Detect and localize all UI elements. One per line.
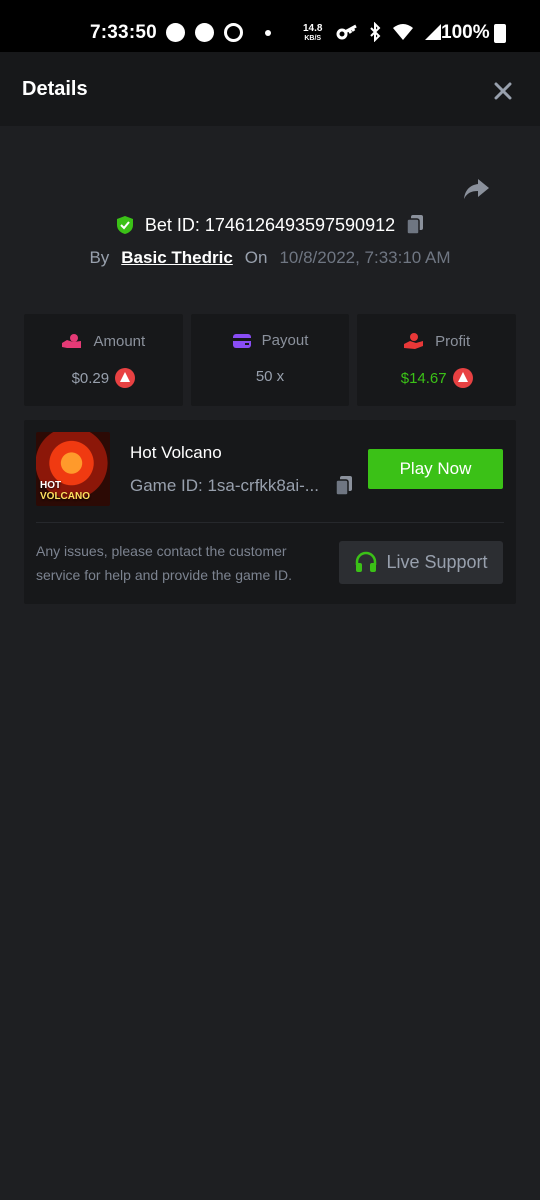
header: Details bbox=[0, 52, 540, 126]
stats-row: Amount $0.29 Payout 50 x Profit $14.67 bbox=[24, 314, 517, 406]
divider bbox=[36, 522, 504, 523]
bet-id: Bet ID: 1746126493597590912 bbox=[144, 214, 396, 235]
app-icon bbox=[224, 23, 243, 42]
thumbnail-title-1: HOT bbox=[40, 480, 62, 491]
profit-label: Profit bbox=[435, 332, 471, 350]
thumbnail-title-2: VOLCANO bbox=[40, 491, 90, 502]
game-id: Game ID: 1sa-crfkk8ai-... bbox=[130, 476, 319, 495]
battery-percent: 100% bbox=[441, 22, 490, 43]
by-label: By bbox=[89, 248, 110, 267]
game-card: HOT VOLCANO Hot Volcano Game ID: 1sa-crf… bbox=[24, 420, 516, 604]
network-speed-value: 14.8 bbox=[303, 23, 323, 34]
avax-coin-icon bbox=[452, 368, 473, 388]
chat-icon bbox=[195, 23, 214, 42]
stat-amount: Amount $0.29 bbox=[24, 314, 183, 406]
network-speed-unit: KB/S bbox=[304, 35, 322, 42]
page-title: Details bbox=[22, 78, 88, 100]
game-thumbnail[interactable]: HOT VOLCANO bbox=[36, 432, 110, 506]
bet-date: 10/8/2022, 7:33:10 AM bbox=[279, 248, 451, 267]
payout-value: 50 x bbox=[255, 368, 285, 385]
messenger-icon bbox=[166, 23, 185, 42]
payout-label: Payout bbox=[261, 332, 309, 349]
battery-icon bbox=[494, 24, 506, 43]
notification-icons bbox=[166, 23, 271, 42]
amount-label: Amount bbox=[93, 332, 146, 350]
bet-id-row: Bet ID: 1746126493597590912 bbox=[0, 214, 540, 240]
copy-icon[interactable] bbox=[333, 475, 355, 497]
thumbnail-text: HOT VOLCANO bbox=[40, 480, 90, 502]
system-icons bbox=[336, 22, 442, 42]
signal-icon bbox=[425, 24, 441, 40]
play-now-button[interactable]: Play Now bbox=[368, 449, 503, 489]
profit-value: $14.67 bbox=[400, 369, 447, 387]
status-bar: 7:33:50 14.8 KB/S 100% bbox=[0, 0, 540, 52]
user-link[interactable]: Basic Thedric bbox=[121, 248, 233, 268]
wallet-icon bbox=[232, 333, 251, 348]
headset-icon bbox=[356, 551, 377, 572]
bet-meta-row: By Basic Thedric On 10/8/2022, 7:33:10 A… bbox=[0, 248, 540, 268]
on-label: On bbox=[244, 248, 268, 267]
status-time: 7:33:50 bbox=[90, 22, 157, 43]
bluetooth-icon bbox=[370, 22, 381, 42]
help-text: Any issues, please contact the customer … bbox=[36, 543, 293, 583]
stat-payout: Payout 50 x bbox=[190, 314, 350, 406]
more-notifications-icon bbox=[265, 29, 271, 36]
avax-coin-icon bbox=[115, 368, 136, 388]
share-icon[interactable] bbox=[462, 176, 490, 202]
game-name: Hot Volcano bbox=[130, 443, 222, 462]
key-icon bbox=[336, 24, 357, 40]
wifi-icon bbox=[393, 24, 413, 40]
live-support-label: Live Support bbox=[386, 552, 488, 572]
hand-money-icon bbox=[404, 333, 424, 349]
close-icon[interactable] bbox=[490, 78, 516, 104]
live-support-button[interactable]: Live Support bbox=[339, 541, 503, 584]
stat-profit: Profit $14.67 bbox=[357, 314, 517, 406]
hand-coins-icon bbox=[62, 334, 82, 348]
shield-check-icon bbox=[116, 216, 133, 234]
network-speed: 14.8 KB/S bbox=[303, 24, 322, 44]
copy-icon[interactable] bbox=[405, 214, 425, 236]
amount-value: $0.29 bbox=[71, 369, 110, 387]
